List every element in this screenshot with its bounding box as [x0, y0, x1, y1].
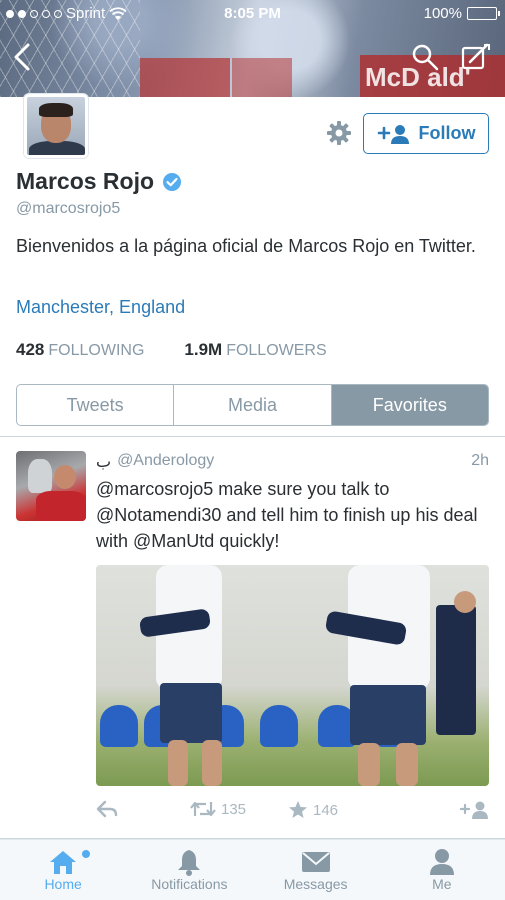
retweet-count: 135 — [221, 800, 247, 818]
compose-icon — [461, 43, 490, 70]
tweet-text: @marcosrojo5 make sure you talk to @Nota… — [96, 479, 478, 551]
profile-location[interactable]: Manchester, England — [16, 297, 185, 318]
search-icon — [412, 44, 439, 71]
reply-button[interactable] — [96, 800, 118, 818]
tabbar-home-label: Home — [44, 876, 82, 892]
followers-label: FOLLOWERS — [226, 342, 327, 359]
favorite-count: 146 — [313, 801, 339, 819]
battery-icon — [467, 7, 500, 20]
battery-status: 100% — [423, 5, 500, 22]
following-count: 428 — [16, 340, 45, 359]
tweet-author-avatar[interactable] — [16, 451, 86, 521]
banner-ad-board — [140, 58, 230, 97]
follow-author-button[interactable] — [460, 800, 490, 820]
profile-stats: 428 FOLLOWING 1.9M FOLLOWERS — [16, 340, 327, 360]
chevron-left-icon — [14, 43, 30, 71]
compose-button[interactable] — [460, 42, 492, 72]
tabbar-home[interactable]: Home — [0, 840, 126, 900]
profile-handle: @marcosrojo5 — [16, 200, 121, 217]
retweet-icon — [190, 801, 216, 817]
back-button[interactable] — [8, 40, 38, 74]
followers-stat[interactable]: 1.9M FOLLOWERS — [184, 340, 326, 360]
star-icon — [289, 801, 307, 818]
reply-icon — [96, 800, 118, 818]
bottom-tab-bar: Home Notifications Messages Me — [0, 839, 505, 900]
profile-name-row: Marcos Rojo — [16, 168, 182, 195]
profile-bio: Bienvenidos a la página oficial de Marco… — [16, 236, 476, 256]
follow-label: Follow — [418, 123, 476, 143]
profile-name: Marcos Rojo — [16, 168, 155, 194]
banner-ad-board — [232, 58, 292, 97]
search-button[interactable] — [410, 42, 440, 72]
retweet-button[interactable]: 135 — [190, 800, 246, 818]
tweet-timestamp: 2h — [471, 452, 489, 469]
section-divider — [0, 436, 505, 437]
tabbar-me-label: Me — [432, 876, 452, 892]
status-bar: Sprint 8:05 PM 100% — [0, 0, 505, 28]
person-icon — [429, 849, 454, 875]
tabbar-me[interactable]: Me — [379, 840, 505, 900]
bell-icon — [178, 850, 201, 876]
following-stat[interactable]: 428 FOLLOWING — [16, 340, 144, 360]
follow-button[interactable]: Follow — [363, 113, 489, 154]
verified-badge-icon — [163, 172, 182, 191]
tweet-photo[interactable] — [96, 565, 489, 786]
followers-count: 1.9M — [184, 340, 223, 359]
battery-percent: 100% — [423, 5, 462, 22]
tabbar-notifications[interactable]: Notifications — [126, 840, 252, 900]
tab-tweets[interactable]: Tweets — [17, 385, 173, 425]
tweet-author-handle: @Anderology — [117, 452, 215, 469]
following-label: FOLLOWING — [48, 342, 145, 359]
add-user-icon — [377, 124, 409, 144]
tweet-author-name: ب — [96, 454, 112, 471]
profile-avatar[interactable] — [24, 94, 88, 158]
envelope-icon — [301, 852, 330, 872]
tab-media[interactable]: Media — [173, 385, 330, 425]
tabbar-notifications-label: Notifications — [151, 876, 228, 892]
tabbar-messages-label: Messages — [283, 876, 348, 892]
tab-favorites[interactable]: Favorites — [330, 385, 488, 425]
favorite-button[interactable]: 146 — [288, 800, 338, 820]
settings-button[interactable] — [324, 118, 354, 148]
home-icon — [50, 851, 77, 874]
tweet-actions: 135 146 — [96, 800, 489, 824]
gear-icon — [327, 121, 351, 145]
add-user-icon — [460, 801, 488, 819]
profile-tabs: Tweets Media Favorites — [16, 384, 489, 426]
new-content-dot — [82, 850, 90, 858]
tabbar-messages[interactable]: Messages — [253, 840, 379, 900]
tweet-author[interactable]: ب @Anderology — [96, 452, 214, 472]
